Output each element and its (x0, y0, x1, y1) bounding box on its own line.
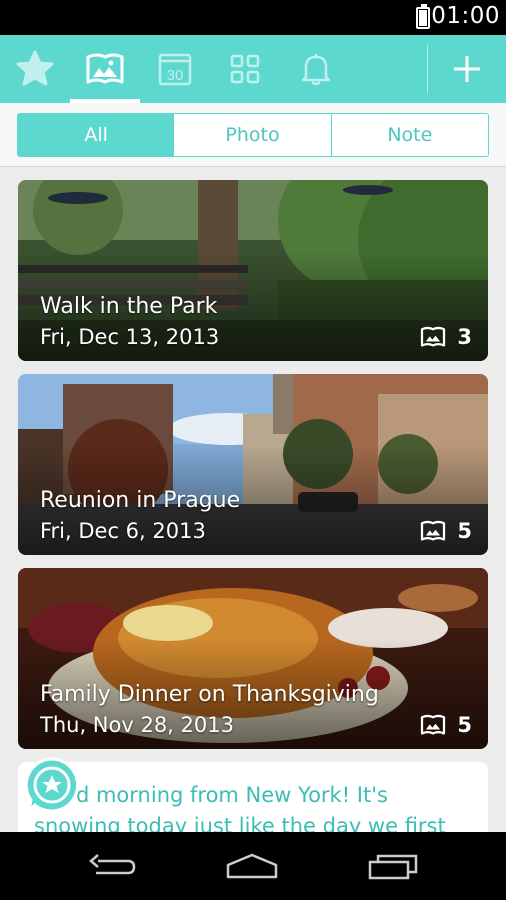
status-time: 01:00 (431, 3, 500, 29)
home-button[interactable] (222, 846, 282, 886)
tab-favorites[interactable] (0, 35, 70, 103)
filter-photo[interactable]: Photo (174, 114, 330, 156)
tab-calendar[interactable]: 30 (140, 35, 210, 103)
album-icon (421, 326, 446, 347)
grid-icon (230, 54, 260, 84)
app-bar: 30 (0, 35, 506, 103)
card-title: Reunion in Prague (40, 488, 241, 513)
album-icon (421, 714, 446, 735)
app-bar-divider (427, 45, 428, 93)
card-count-value: 3 (457, 325, 472, 349)
status-bar: 01:00 (0, 0, 506, 35)
story-card[interactable]: Family Dinner on Thanksgiving Thu, Nov 2… (18, 568, 488, 749)
calendar-icon: 30 (158, 53, 192, 86)
add-button[interactable] (436, 35, 498, 103)
card-photo-count: 5 (419, 713, 472, 737)
filter-segmented-control: All Photo Note (17, 113, 489, 157)
filter-all[interactable]: All (18, 114, 175, 156)
tab-album[interactable] (70, 35, 140, 103)
back-button[interactable] (82, 846, 142, 886)
back-icon (89, 854, 136, 875)
tab-grid[interactable] (210, 35, 280, 103)
card-photo-count: 3 (419, 325, 472, 349)
card-title: Walk in the Park (40, 294, 218, 319)
bell-icon (301, 54, 331, 86)
filter-note[interactable]: Note (330, 114, 488, 156)
album-icon (86, 53, 124, 84)
card-date: Fri, Dec 6, 2013 (40, 519, 206, 543)
tab-notifications[interactable] (280, 35, 352, 103)
card-date: Thu, Nov 28, 2013 (40, 713, 234, 737)
recents-button[interactable] (364, 846, 424, 886)
card-photo-count: 5 (419, 519, 472, 543)
svg-text:30: 30 (167, 67, 184, 84)
battery-icon (416, 4, 430, 29)
story-card[interactable]: Reunion in Prague Fri, Dec 6, 2013 5 (18, 374, 488, 555)
home-icon (226, 853, 278, 879)
system-nav-bar (0, 832, 506, 900)
story-card[interactable]: Walk in the Park Fri, Dec 13, 2013 3 (18, 180, 488, 361)
card-date: Fri, Dec 13, 2013 (40, 325, 220, 349)
card-count-value: 5 (457, 519, 472, 543)
plus-icon (454, 56, 480, 82)
star-chat-icon (24, 757, 80, 816)
card-title: Family Dinner on Thanksgiving (40, 682, 379, 707)
floating-favorite-button[interactable] (21, 755, 83, 816)
card-count-value: 5 (457, 713, 472, 737)
album-icon (421, 520, 446, 541)
star-icon (16, 50, 54, 86)
recents-icon (368, 854, 418, 880)
filter-bar: All Photo Note (0, 103, 506, 167)
